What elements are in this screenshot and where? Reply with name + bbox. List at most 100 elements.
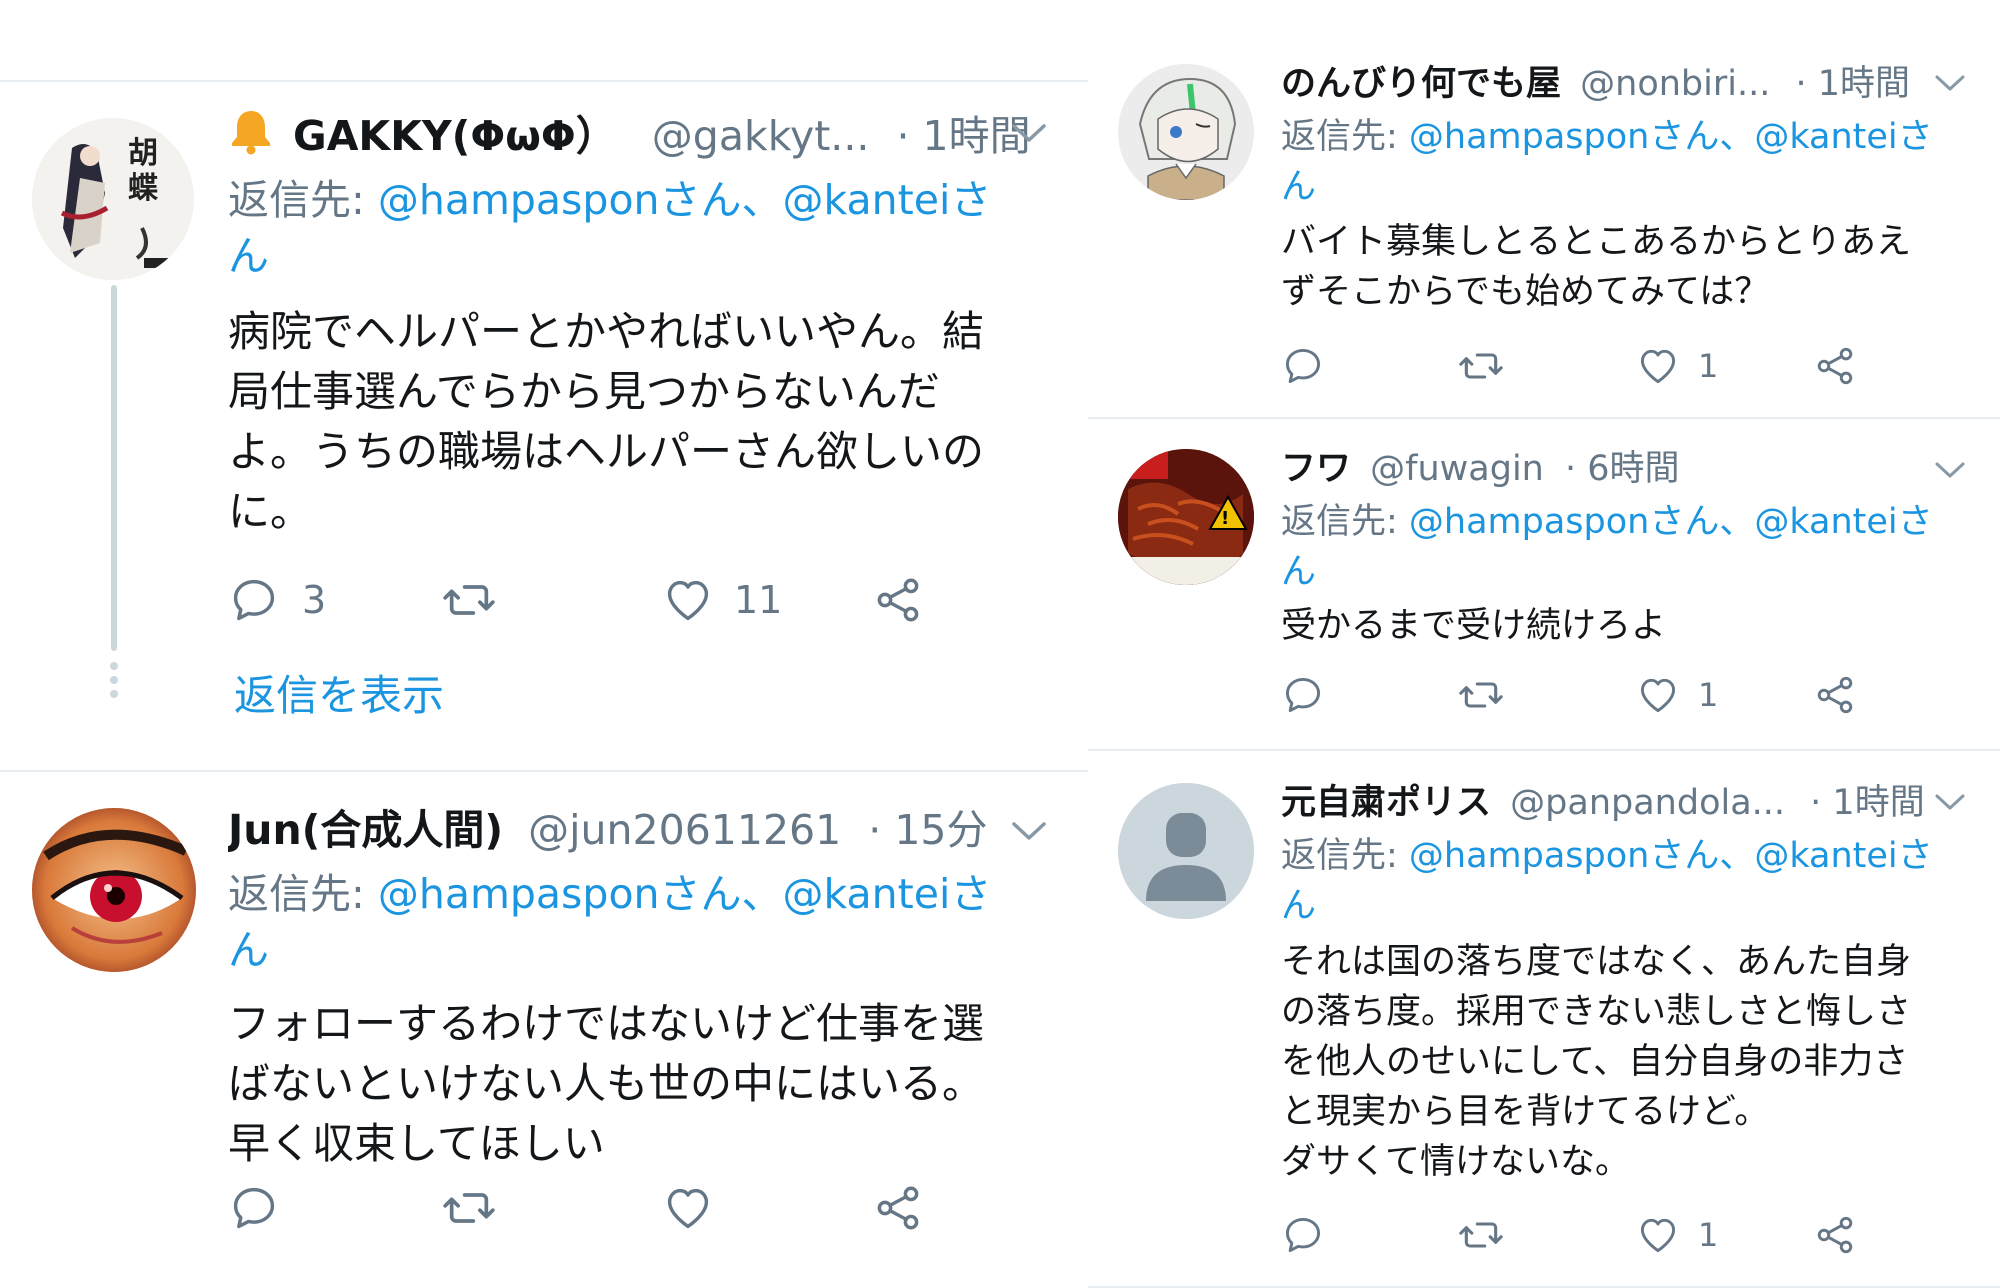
retweet-button[interactable] bbox=[440, 574, 498, 626]
retweet-button[interactable] bbox=[1457, 673, 1505, 717]
tweet-nonbiri[interactable]: のんびり何でも屋 @nonbiri... · 1時間 返信先: @hampasp… bbox=[1088, 0, 2000, 417]
mention-link[interactable]: @hampasponさん、 bbox=[378, 870, 783, 918]
like-button[interactable]: 1 bbox=[1636, 1213, 1718, 1257]
handle[interactable]: @panpandola... bbox=[1510, 783, 1785, 823]
reply-count: 3 bbox=[302, 578, 327, 622]
mention-link-tail[interactable]: ん bbox=[1281, 886, 1316, 926]
like-button[interactable]: 1 bbox=[1636, 673, 1718, 717]
reply-prefix: 返信先: bbox=[1281, 836, 1409, 876]
share-button[interactable] bbox=[872, 1182, 924, 1234]
chevron-down-icon[interactable] bbox=[1934, 791, 1966, 817]
show-replies-link[interactable]: 返信を表示 bbox=[234, 668, 444, 724]
tweet-actions: 1 bbox=[1281, 1213, 1941, 1257]
left-screenshot-panel: 胡 蝶 GAKKY(ΦωΦ） @gakkyt... · 1時間 返信先: @ha… bbox=[0, 0, 1088, 1288]
timestamp[interactable]: · 1時間 bbox=[1810, 783, 1925, 823]
display-name[interactable]: GAKKY(ΦωΦ） bbox=[293, 112, 617, 160]
mention-link[interactable]: @kanteiさ bbox=[783, 176, 992, 224]
display-name[interactable]: 元自粛ポリス bbox=[1281, 783, 1491, 823]
display-name[interactable]: Jun(合成人間) bbox=[228, 806, 503, 854]
timestamp[interactable]: · 6時間 bbox=[1565, 449, 1680, 489]
mention-link[interactable]: @hampasponさん、 bbox=[1409, 502, 1754, 542]
retweet-icon bbox=[443, 585, 495, 615]
avatar[interactable] bbox=[1118, 64, 1254, 200]
reply-button[interactable] bbox=[1281, 344, 1325, 388]
retweet-icon bbox=[1459, 682, 1503, 708]
retweet-icon bbox=[1459, 1222, 1503, 1248]
tweet-header: フワ @fuwagin · 6時間 bbox=[1281, 443, 1941, 495]
heart-icon bbox=[667, 580, 709, 621]
handle[interactable]: @nonbiri... bbox=[1580, 64, 1770, 104]
like-count: 1 bbox=[1698, 1216, 1719, 1254]
tweet-jun[interactable]: Jun(合成人間) @jun20611261 · 15分 返信先: @hampa… bbox=[0, 772, 1088, 1282]
display-name[interactable]: のんびり何でも屋 bbox=[1281, 64, 1561, 104]
tweet-header: のんびり何でも屋 @nonbiri... · 1時間 bbox=[1281, 58, 1941, 110]
heart-icon bbox=[667, 1188, 709, 1229]
tweet-text: バイト募集しとるとこあるからとりあえ ずそこからでも始めてみては？ bbox=[1281, 222, 1912, 312]
svg-text:胡: 胡 bbox=[128, 136, 158, 171]
share-icon bbox=[877, 578, 919, 622]
tweet-text: フォローするわけではないけど仕事を選 ばないといけない人も世の中にはいる。 早く… bbox=[228, 999, 985, 1168]
reply-icon bbox=[1285, 1217, 1321, 1253]
mention-link[interactable]: @hampasponさん、 bbox=[1409, 836, 1754, 876]
like-count: 1 bbox=[1698, 676, 1719, 714]
replying-to: 返信先: @hampasponさん、@kanteiさん bbox=[1281, 497, 1981, 597]
like-button[interactable]: 1 bbox=[1636, 344, 1718, 388]
tweet-text: それは国の落ち度ではなく、あんた自身 の落ち度。採用できない悲しさと悔しさ を他… bbox=[1281, 942, 1912, 1182]
tweet-jishuku-police[interactable]: 元自粛ポリス @panpandola... · 1時間 返信先: @hampas… bbox=[1088, 751, 2000, 1287]
like-button[interactable]: 11 bbox=[662, 574, 782, 626]
like-button[interactable] bbox=[662, 1182, 714, 1234]
reply-prefix: 返信先: bbox=[1281, 117, 1409, 157]
tweet-header: Jun(合成人間) @jun20611261 · 15分 bbox=[228, 800, 1058, 860]
reply-button[interactable] bbox=[1281, 1213, 1325, 1257]
replying-to: 返信先: @hampasponさん、@kanteiさん bbox=[228, 866, 1048, 978]
handle[interactable]: @fuwagin bbox=[1370, 449, 1544, 489]
mention-link[interactable]: @hampasponさん、 bbox=[1409, 117, 1754, 157]
timestamp[interactable]: · 15分 bbox=[868, 806, 987, 854]
share-icon bbox=[1817, 347, 1853, 385]
mention-link-tail[interactable]: ん bbox=[228, 232, 269, 280]
chevron-down-icon[interactable] bbox=[1010, 120, 1048, 150]
retweet-icon bbox=[1459, 353, 1503, 379]
reply-icon bbox=[1285, 677, 1321, 713]
like-count: 1 bbox=[1698, 347, 1719, 385]
mention-link-tail[interactable]: ん bbox=[1281, 552, 1316, 592]
svg-text:!: ! bbox=[1221, 508, 1229, 529]
avatar[interactable]: 胡 蝶 bbox=[32, 118, 194, 280]
like-count: 11 bbox=[734, 578, 783, 622]
reply-button[interactable] bbox=[1281, 673, 1325, 717]
svg-text:蝶: 蝶 bbox=[128, 171, 159, 206]
default-avatar-icon[interactable] bbox=[1118, 783, 1254, 919]
mention-link-tail[interactable]: ん bbox=[228, 926, 269, 974]
handle[interactable]: @jun20611261 bbox=[528, 806, 841, 854]
mention-link[interactable]: @kanteiさ bbox=[1754, 502, 1932, 542]
display-name[interactable]: フワ bbox=[1281, 449, 1351, 489]
tweet-actions: 1 bbox=[1281, 673, 1941, 717]
avatar[interactable] bbox=[32, 808, 196, 972]
mention-link[interactable]: @kanteiさ bbox=[1754, 836, 1932, 876]
share-button[interactable] bbox=[1813, 344, 1857, 388]
chevron-down-icon[interactable] bbox=[1010, 818, 1048, 848]
tweet-actions: 3 11 bbox=[228, 574, 1048, 626]
mention-link-tail[interactable]: ん bbox=[1281, 167, 1316, 207]
retweet-button[interactable] bbox=[1457, 344, 1505, 388]
share-button[interactable] bbox=[1813, 1213, 1857, 1257]
chevron-down-icon[interactable] bbox=[1934, 72, 1966, 98]
retweet-button[interactable] bbox=[440, 1182, 498, 1234]
retweet-icon bbox=[443, 1193, 495, 1223]
reply-button[interactable] bbox=[228, 1182, 280, 1234]
replying-to: 返信先: @hampasponさん、@kanteiさん bbox=[228, 172, 1048, 284]
tweet-gakky[interactable]: 胡 蝶 GAKKY(ΦωΦ） @gakkyt... · 1時間 返信先: @ha… bbox=[0, 80, 1088, 770]
tweet-fuwa[interactable]: ! フワ @fuwagin · 6時間 返信先: @hampasponさん、@k… bbox=[1088, 419, 2000, 749]
share-button[interactable] bbox=[1813, 673, 1857, 717]
mention-link[interactable]: @kanteiさ bbox=[783, 870, 992, 918]
reply-button[interactable]: 3 bbox=[228, 574, 326, 626]
timestamp[interactable]: · 1時間 bbox=[1796, 64, 1911, 104]
mention-link[interactable]: @kanteiさ bbox=[1754, 117, 1932, 157]
avatar[interactable]: ! bbox=[1118, 449, 1254, 585]
handle[interactable]: @gakkyt... bbox=[652, 112, 870, 160]
reply-icon bbox=[233, 579, 275, 621]
retweet-button[interactable] bbox=[1457, 1213, 1505, 1257]
mention-link[interactable]: @hampasponさん、 bbox=[378, 176, 783, 224]
chevron-down-icon[interactable] bbox=[1934, 459, 1966, 485]
share-button[interactable] bbox=[872, 574, 924, 626]
